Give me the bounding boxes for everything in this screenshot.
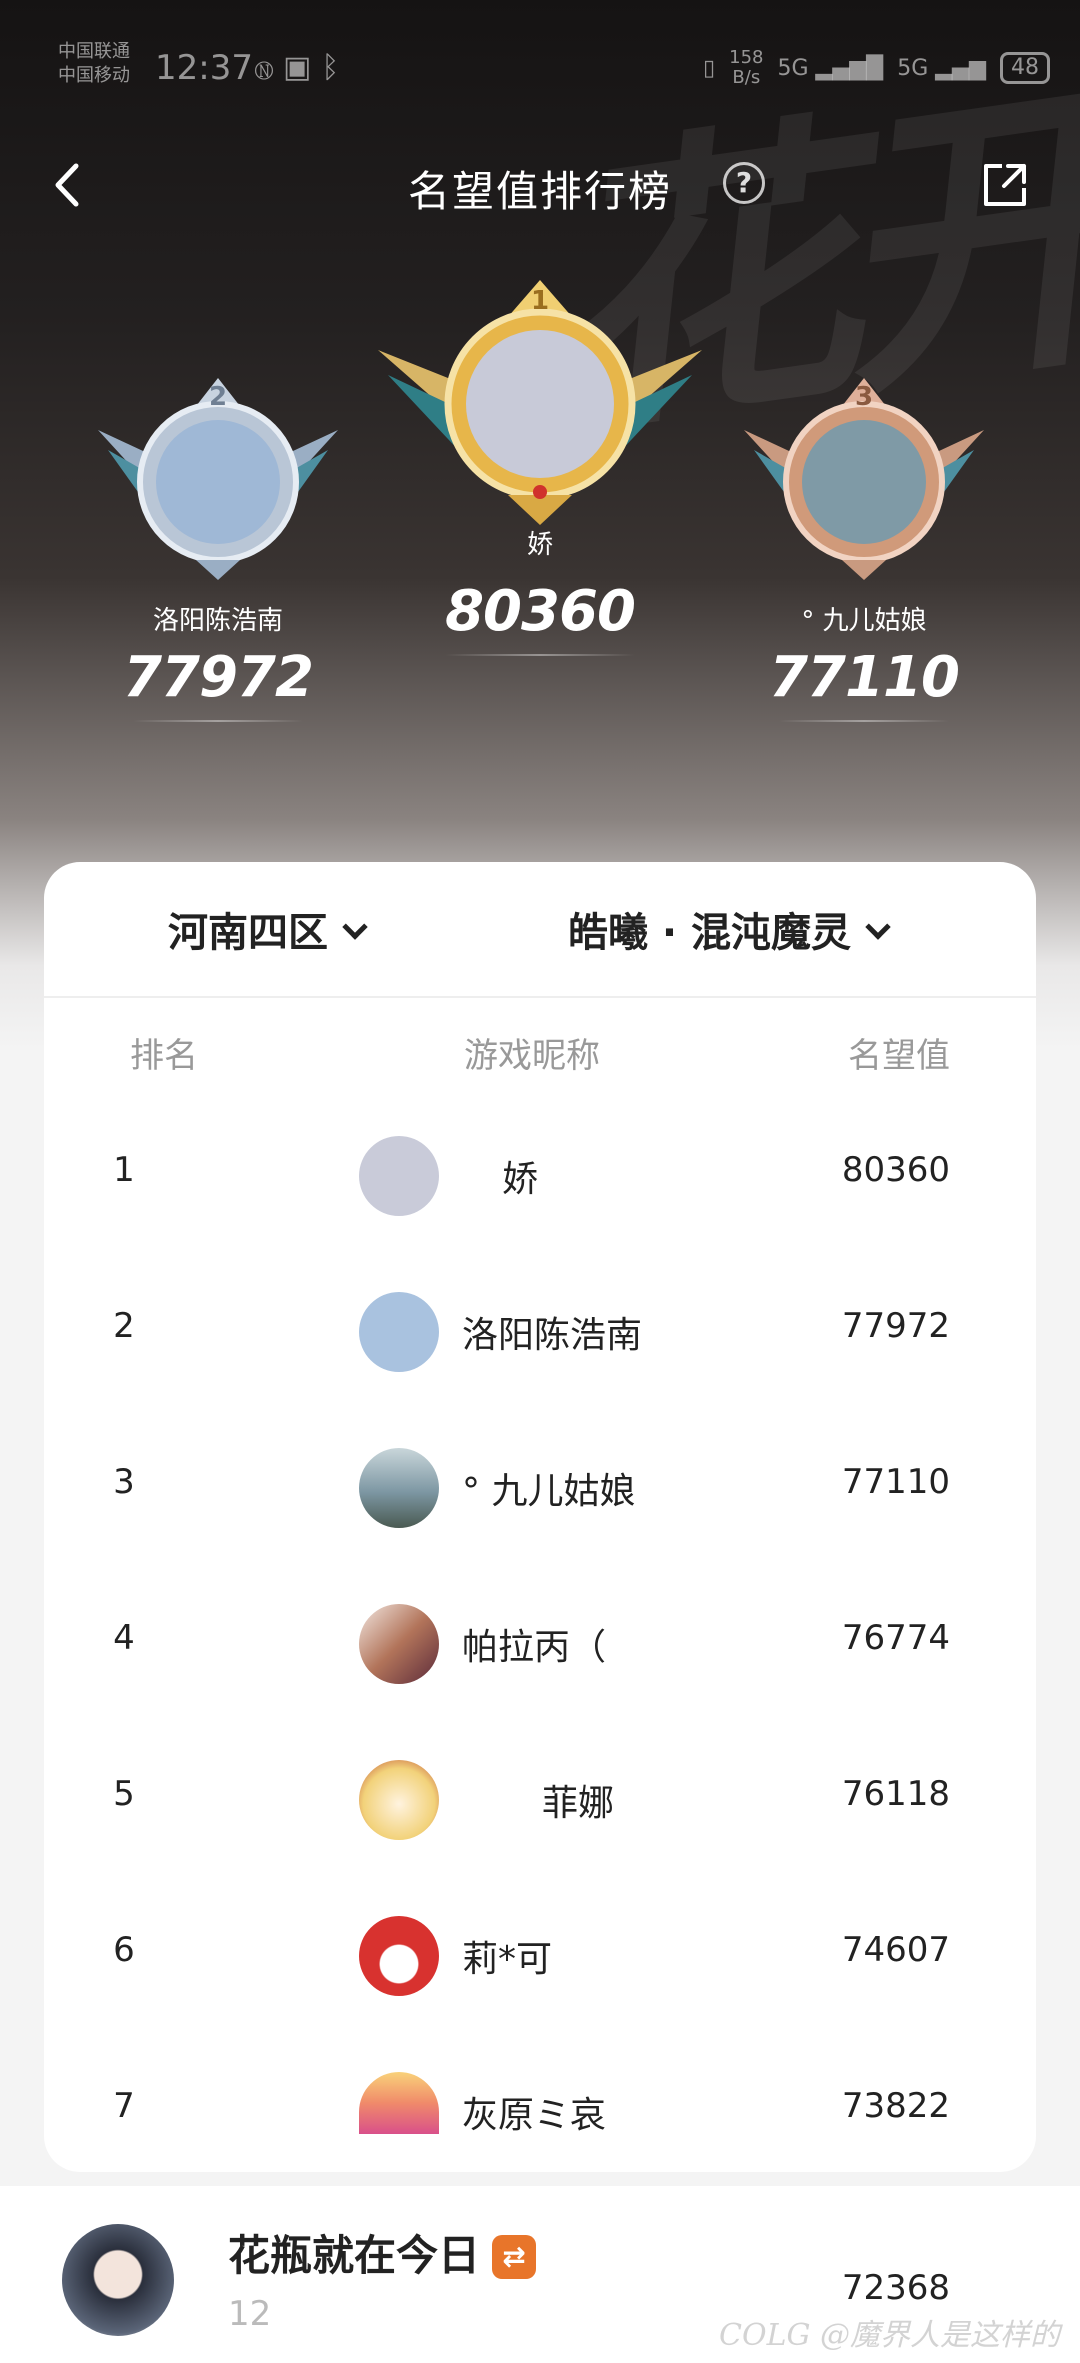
row-name: 菲娜	[542, 1783, 615, 1824]
my-name: 花瓶就在今日 ⇄	[228, 2222, 537, 2283]
table-row[interactable]: 6 莉*可 74607	[44, 1878, 1036, 2034]
avatar	[359, 1136, 439, 1216]
bronze-medal: 3	[724, 370, 1004, 590]
table-header: 排名 游戏昵称 名望值	[44, 998, 1036, 1098]
chevron-down-icon	[342, 914, 368, 940]
gold-medal: 1	[368, 280, 712, 530]
avatar	[359, 1916, 439, 1996]
podium-third[interactable]: 3 ° 九儿姑娘 77110	[714, 370, 1014, 722]
header-nickname: 游戏昵称	[464, 1036, 600, 1076]
status-right: ▯ 158 B/s 5G ▂▄▆█ 5G ▂▄▆ 48	[703, 48, 1050, 88]
silver-medal: 2	[78, 370, 358, 590]
row-name: 娇	[502, 1159, 539, 1200]
top-nav: 名望值排行榜 ?	[0, 150, 1080, 220]
share-icon[interactable]	[980, 160, 1030, 210]
row-score: 74607	[841, 1930, 950, 1970]
row-rank: 7	[113, 2086, 135, 2126]
table-row[interactable]: 3 ° 九儿姑娘 77110	[44, 1410, 1036, 1566]
table-row[interactable]: 2 洛阳陈浩南 77972	[44, 1254, 1036, 1410]
podium-score: 80360	[445, 579, 636, 644]
row-score: 73822	[841, 2086, 950, 2126]
my-rank: 12	[228, 2294, 272, 2334]
avatar	[359, 2072, 439, 2134]
divider	[779, 720, 949, 722]
row-score: 76118	[841, 1774, 950, 1814]
ranking-card: 河南四区 皓曦 · 混沌魔灵 排名 游戏昵称 名望值 1 娇 80360 2 洛…	[44, 862, 1036, 2172]
row-name: 灰原ミ哀	[462, 2095, 607, 2136]
class-dropdown[interactable]: 皓曦 · 混沌魔灵	[568, 900, 891, 958]
podium-rank: 1	[530, 286, 550, 316]
battery-icon: 48	[1000, 52, 1050, 84]
net-speed: 158 B/s	[729, 47, 764, 88]
row-rank: 5	[113, 1774, 135, 1814]
row-rank: 3	[113, 1462, 135, 1502]
nfc-icon: Ⓝ	[255, 50, 283, 85]
row-score: 80360	[841, 1150, 950, 1190]
row-name: 莉*可	[462, 1939, 553, 1980]
podium-name: ° 九儿姑娘	[801, 606, 927, 636]
row-name: 帕拉丙（	[462, 1627, 607, 1668]
podium-score: 77972	[123, 645, 314, 710]
signal-2: 5G ▂▄▆	[897, 55, 986, 81]
divider	[445, 654, 635, 656]
avatar	[359, 1292, 439, 1372]
filter-bar: 河南四区 皓曦 · 混沌魔灵	[44, 862, 1036, 998]
bluetooth-icon: ᛒ	[321, 50, 350, 85]
my-score: 72368	[841, 2268, 950, 2308]
page-title: 名望值排行榜	[407, 167, 672, 216]
region-dropdown[interactable]: 河南四区	[168, 900, 368, 958]
row-rank: 2	[113, 1306, 135, 1346]
help-icon[interactable]: ?	[723, 162, 765, 204]
table-row[interactable]: 7 灰原ミ哀 73822	[44, 2034, 1036, 2144]
header-rank: 排名	[130, 1036, 198, 1076]
avatar	[359, 1604, 439, 1684]
divider	[133, 720, 303, 722]
row-score: 77972	[841, 1306, 950, 1346]
avatar	[359, 1760, 439, 1840]
signal-1: 5G ▂▄▆█	[777, 55, 884, 81]
my-rank-bar[interactable]: 花瓶就在今日 ⇄ 12 72368 COLG @魔界人是这样的	[0, 2186, 1080, 2363]
podium-rank: 3	[854, 382, 874, 412]
status-bar: 中国联通 中国移动 12:37 Ⓝ▣ᛒ ▯ 158 B/s 5G ▂▄▆█ 5G …	[0, 40, 1080, 100]
notification-icon: ▣	[283, 50, 322, 85]
row-rank: 1	[113, 1150, 135, 1190]
table-row[interactable]: 4 帕拉丙（ 76774	[44, 1566, 1036, 1722]
row-name: ° 九儿姑娘	[462, 1471, 636, 1512]
podium-second[interactable]: 2 洛阳陈浩南 77972	[68, 370, 368, 722]
podium-score: 77110	[769, 645, 960, 710]
status-icons: Ⓝ▣ᛒ	[255, 50, 349, 85]
avatar	[62, 2224, 174, 2336]
podium-first[interactable]: 1 娇 80360	[368, 280, 712, 656]
watermark: COLG @魔界人是这样的	[719, 2318, 1060, 2353]
row-name: 洛阳陈浩南	[462, 1315, 643, 1356]
row-rank: 6	[113, 1930, 135, 1970]
podium-rank: 2	[208, 382, 228, 412]
row-rank: 4	[113, 1618, 135, 1658]
chevron-down-icon	[865, 914, 891, 940]
table-row[interactable]: 5 菲娜 76118	[44, 1722, 1036, 1878]
avatar	[359, 1448, 439, 1528]
podium-name: 洛阳陈浩南	[152, 606, 283, 636]
header-score: 名望值	[848, 1036, 950, 1076]
carrier-label: 中国联通 中国移动	[58, 41, 130, 86]
table-row[interactable]: 1 娇 80360	[44, 1098, 1036, 1254]
swap-icon: ⇄	[492, 2235, 537, 2279]
vibrate-icon: ▯	[703, 55, 716, 81]
status-time: 12:37	[155, 48, 253, 88]
row-score: 76774	[841, 1618, 950, 1658]
row-score: 77110	[841, 1462, 950, 1502]
